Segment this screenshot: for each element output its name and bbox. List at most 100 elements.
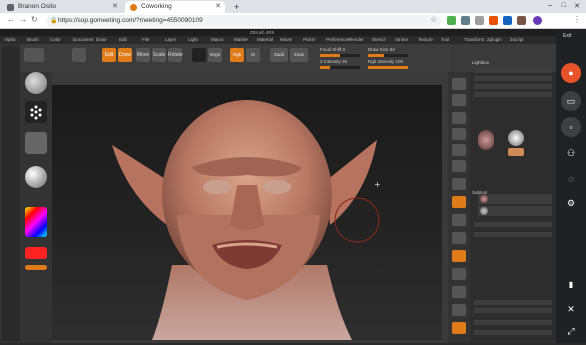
tab-branon[interactable]: Branon Osito ✕ [2, 1, 122, 13]
focal-shift-slider[interactable] [320, 54, 360, 57]
menu-dots-icon[interactable]: ⋮ [573, 15, 581, 24]
extension-icon[interactable] [489, 16, 498, 25]
floor-button[interactable] [452, 196, 466, 208]
bpr-button[interactable] [452, 78, 466, 90]
minimize-icon[interactable]: – [548, 2, 552, 9]
maximize-icon[interactable]: □ [562, 2, 566, 9]
extension-icon[interactable] [475, 16, 484, 25]
new-tab-button[interactable]: + [228, 1, 239, 13]
close-icon[interactable]: ✕ [561, 299, 581, 319]
persp-button[interactable] [452, 178, 466, 190]
panel-row[interactable] [474, 320, 552, 325]
zoom-view-button[interactable] [452, 286, 466, 298]
profile-avatar[interactable] [533, 16, 542, 25]
star-icon[interactable]: ☆ [430, 15, 437, 24]
projection-master-button[interactable] [72, 48, 86, 62]
panel-row[interactable] [474, 308, 552, 313]
zbrush-menu-item[interactable]: Document [73, 36, 94, 44]
extension-icon[interactable] [517, 16, 526, 25]
url-bar[interactable]: 🔒 https://sop.gomeeting.com/?meeting=455… [46, 15, 441, 27]
draw-size-slider[interactable] [368, 54, 408, 57]
zbrush-menu-item[interactable]: Render [349, 36, 364, 44]
actual-button[interactable] [452, 144, 466, 156]
panel-row[interactable] [474, 84, 552, 89]
zbrush-menu-item[interactable]: Zplugin [487, 36, 502, 44]
color-picker[interactable] [25, 207, 47, 237]
panel-row[interactable] [474, 92, 552, 97]
screen-share-icon[interactable]: ▭ [561, 91, 581, 111]
edit-button[interactable]: Edit [102, 48, 116, 62]
zoom-button[interactable] [452, 128, 466, 140]
xyz-button[interactable] [452, 232, 466, 244]
polyf-button[interactable] [452, 322, 466, 334]
panel-row[interactable] [474, 68, 552, 73]
close-tab-icon[interactable]: ✕ [215, 1, 221, 13]
local-button[interactable] [452, 214, 466, 226]
aahalf-button[interactable] [452, 160, 466, 172]
zbrush-menu-item[interactable]: Picker [303, 36, 316, 44]
exit-label[interactable]: Exit [563, 33, 571, 39]
zbrush-menu-item[interactable]: Material [257, 36, 273, 44]
zbrush-menu-item[interactable]: Color [50, 36, 61, 44]
panel-row[interactable] [474, 330, 552, 335]
m-button[interactable]: M [246, 48, 260, 62]
extension-icon[interactable] [447, 16, 456, 25]
zbrush-menu-item[interactable]: Alpha [4, 36, 16, 44]
zbrush-menu-item[interactable]: Edit [119, 36, 127, 44]
subtool-row[interactable] [478, 194, 552, 204]
rotate-view-button[interactable] [452, 304, 466, 316]
material-sphere-icon[interactable] [25, 166, 47, 188]
brush-sphere-icon[interactable] [25, 72, 47, 94]
zbrush-menu-item[interactable]: Movie [280, 36, 292, 44]
zsub-button[interactable]: Zsub [290, 48, 308, 62]
zbrush-menu-item[interactable]: File [142, 36, 149, 44]
settings-icon[interactable]: ⚙ [561, 193, 581, 213]
scale-button[interactable]: Scale [152, 48, 166, 62]
tab-coworking[interactable]: Coworking ✕ [125, 1, 225, 13]
mrgb-button[interactable]: Mrgb [208, 48, 222, 62]
lightbox-button[interactable] [24, 48, 44, 62]
zbrush-menu-item[interactable]: Transform [464, 36, 484, 44]
panel-row[interactable] [474, 76, 552, 81]
extension-icon[interactable] [503, 16, 512, 25]
zadd-button[interactable]: Zadd [270, 48, 288, 62]
material-icon[interactable] [192, 48, 206, 62]
panel-row[interactable] [474, 300, 552, 305]
camera-icon[interactable]: ▫ [561, 117, 581, 137]
close-tab-icon[interactable]: ✕ [112, 1, 118, 13]
reload-icon[interactable]: ↻ [31, 15, 38, 24]
zbrush-menu-item[interactable]: Macro [211, 36, 224, 44]
alpha-icon[interactable] [25, 132, 47, 154]
subtool-row[interactable] [478, 206, 552, 216]
forward-icon[interactable]: → [19, 15, 27, 24]
tool-thumbnail[interactable] [508, 130, 524, 146]
spix-button[interactable] [452, 94, 466, 106]
z-intensity-slider[interactable] [320, 66, 360, 69]
zbrush-canvas[interactable]: + [52, 85, 442, 340]
scroll-button[interactable] [452, 112, 466, 124]
switch-color-button[interactable] [25, 265, 47, 270]
rgb-intensity-slider[interactable] [368, 66, 408, 69]
zbrush-menu-item[interactable]: Brush [27, 36, 39, 44]
stroke-dots-icon[interactable] [25, 101, 47, 123]
frame-button[interactable] [452, 250, 466, 262]
extension-icon[interactable] [461, 16, 470, 25]
zbrush-menu-item[interactable]: Draw [96, 36, 107, 44]
close-window-icon[interactable]: ✕ [574, 2, 580, 10]
tool-thumbnail[interactable] [508, 148, 524, 156]
expand-icon[interactable]: ⤢ [561, 321, 581, 341]
rotate-button[interactable]: Rotate [168, 48, 183, 62]
tool-thumbnail[interactable] [478, 130, 494, 150]
move-button[interactable]: Move [136, 48, 150, 62]
move-view-button[interactable] [452, 268, 466, 280]
rgb-button[interactable]: Rgb [230, 48, 244, 62]
back-icon[interactable]: ← [7, 15, 15, 24]
zbrush-menu-item[interactable]: Marker [234, 36, 248, 44]
zbrush-menu-item[interactable]: Light [188, 36, 198, 44]
zbrush-menu-item[interactable]: Stencil [372, 36, 386, 44]
panel-row[interactable] [474, 222, 552, 227]
draw-button[interactable]: Draw [118, 48, 132, 62]
zbrush-menu-item[interactable]: Stroke [395, 36, 408, 44]
panel-row[interactable] [474, 232, 552, 237]
participants-icon[interactable]: ⚇ [561, 143, 581, 163]
